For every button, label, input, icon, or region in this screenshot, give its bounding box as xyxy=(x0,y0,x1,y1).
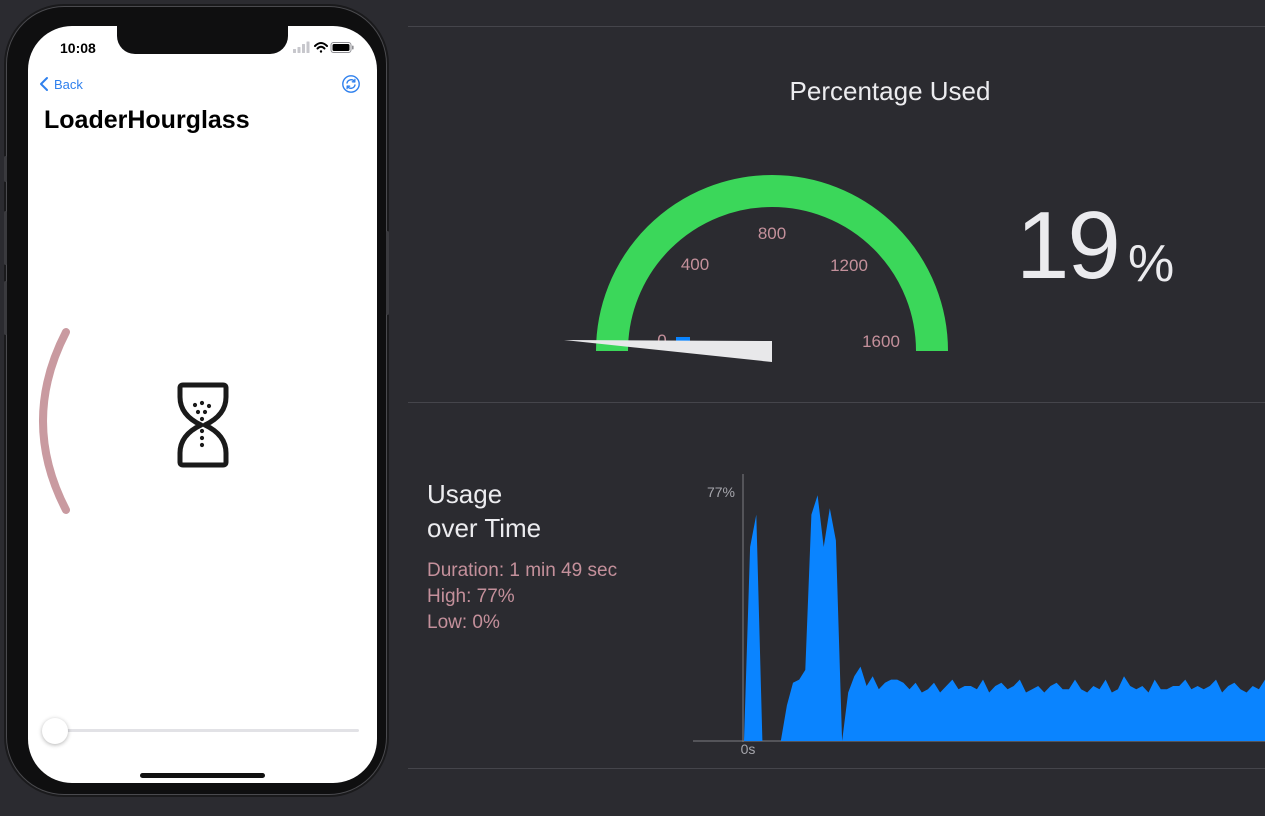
divider xyxy=(408,26,1265,27)
gauge-tick-label: 1200 xyxy=(830,256,868,275)
divider xyxy=(408,768,1265,769)
power-button xyxy=(386,231,389,315)
loader-arc xyxy=(39,328,70,514)
page-title: LoaderHourglass xyxy=(44,106,250,134)
signal-icon xyxy=(293,41,310,53)
divider xyxy=(408,402,1265,403)
usage-title: Usage over Time xyxy=(427,477,541,545)
gauge-tick-label: 1600 xyxy=(862,332,900,351)
home-indicator xyxy=(140,773,265,778)
back-button[interactable]: Back xyxy=(38,76,83,92)
chevron-left-icon xyxy=(40,77,48,91)
status-time: 10:08 xyxy=(60,40,96,56)
gauge-tick-label: 400 xyxy=(681,255,709,274)
percent-unit: % xyxy=(1128,235,1175,293)
slider-thumb[interactable] xyxy=(42,718,68,744)
wifi-icon xyxy=(314,42,328,53)
back-button-label: Back xyxy=(54,76,83,92)
high-stat: High: 77% xyxy=(427,586,515,607)
low-stat: Low: 0% xyxy=(427,612,500,633)
volume-down-button xyxy=(4,281,7,335)
usage-title-line: Usage xyxy=(427,479,503,509)
gauge-title: Percentage Used xyxy=(789,76,991,106)
hourglass-icon xyxy=(177,382,229,468)
refresh-icon[interactable] xyxy=(341,74,361,94)
battery-icon xyxy=(330,42,354,53)
phone-screen: 10:08 Back LoaderHourglass xyxy=(28,26,377,783)
iphone-simulator: 10:08 Back LoaderHourglass xyxy=(4,6,389,795)
notch xyxy=(117,26,288,54)
x-tick-label: 0s xyxy=(741,741,756,757)
duration-stat: Duration: 1 min 49 sec xyxy=(427,560,618,581)
usage-area-group xyxy=(744,495,1265,741)
slider-track[interactable] xyxy=(54,729,359,732)
status-icons xyxy=(293,41,354,53)
volume-up-button xyxy=(4,211,7,265)
usage-area-series xyxy=(744,495,1265,741)
percent-value: 19 xyxy=(1016,192,1121,299)
gauge-arc xyxy=(596,175,948,352)
gauge-needle xyxy=(564,340,772,362)
gauge: 0 400 800 1200 1600 xyxy=(564,175,948,362)
usage-chart: 77% 0s xyxy=(693,474,1265,757)
gauge-tick-label: 800 xyxy=(758,224,786,243)
side-button xyxy=(4,156,7,182)
y-tick-label: 77% xyxy=(707,484,735,500)
usage-title-line: over Time xyxy=(427,513,542,543)
